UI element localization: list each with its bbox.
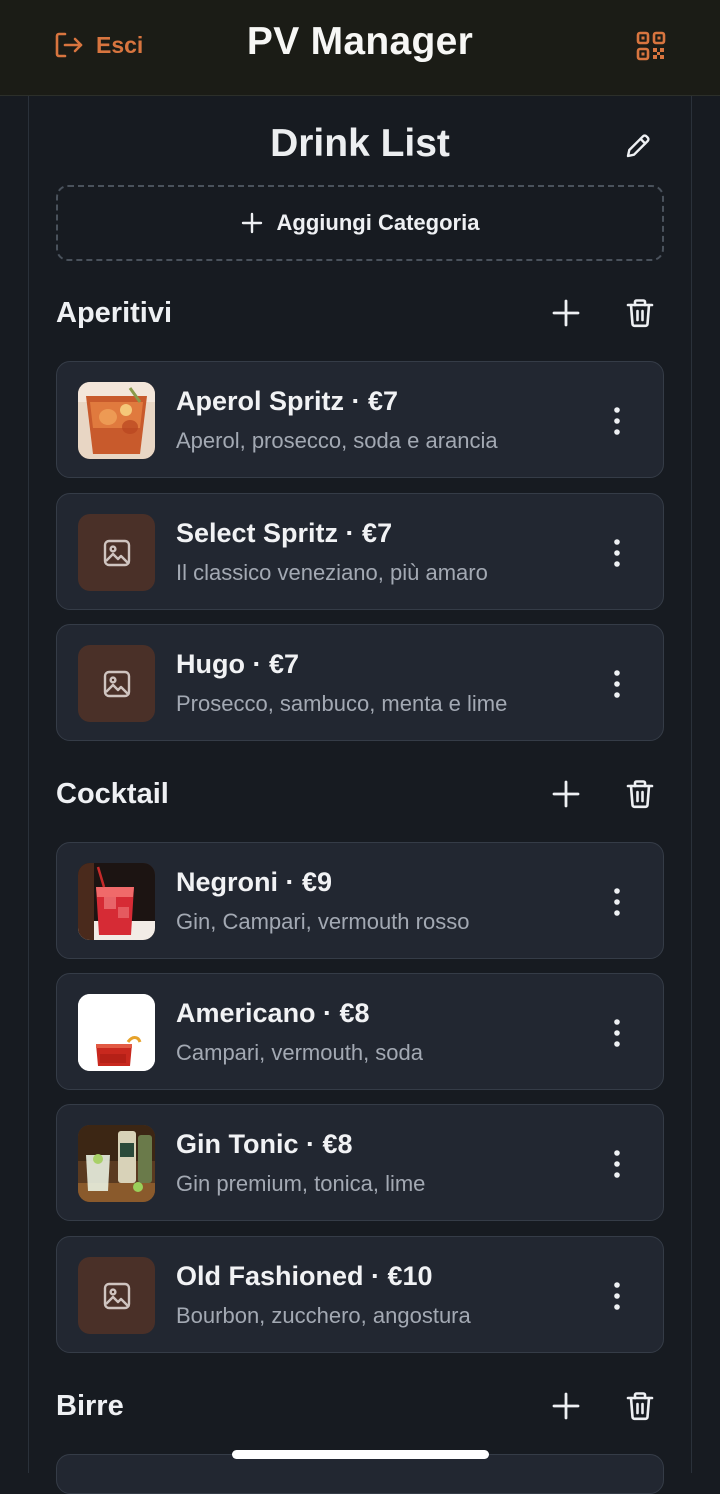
drink-description: Campari, vermouth, soda <box>176 1040 423 1065</box>
image-icon <box>102 1281 132 1311</box>
image-placeholder <box>78 514 155 591</box>
drink-description: Bourbon, zucchero, angostura <box>176 1303 471 1328</box>
drink-title: Americano · €8 <box>176 998 370 1028</box>
add-category-label: Aggiungi Categoria <box>276 210 480 235</box>
more-options-button[interactable] <box>607 538 627 568</box>
delete-category-button[interactable] <box>624 297 656 329</box>
image-icon <box>102 669 132 699</box>
more-options-button[interactable] <box>607 1149 627 1179</box>
more-options-button[interactable] <box>607 1018 627 1048</box>
image-placeholder <box>78 1257 155 1334</box>
drink-item[interactable]: Select Spritz · €7 Il classico veneziano… <box>56 493 664 610</box>
content-border-right <box>691 96 692 1473</box>
more-options-button[interactable] <box>607 406 627 436</box>
drink-title: Gin Tonic · €8 <box>176 1129 353 1159</box>
plus-icon <box>550 297 582 329</box>
more-options-button[interactable] <box>607 669 627 699</box>
trash-icon <box>624 297 656 329</box>
drink-item[interactable]: Old Fashioned · €10 Bourbon, zucchero, a… <box>56 1236 664 1353</box>
more-vertical-icon <box>607 669 627 699</box>
add-item-button[interactable] <box>550 778 582 810</box>
drink-item[interactable] <box>56 1454 664 1494</box>
pencil-icon <box>623 131 653 161</box>
add-category-button[interactable]: Aggiungi Categoria <box>56 185 664 261</box>
category-name: Birre <box>56 1390 124 1422</box>
more-options-button[interactable] <box>607 1281 627 1311</box>
more-vertical-icon <box>607 887 627 917</box>
home-indicator <box>232 1450 489 1459</box>
edit-button[interactable] <box>623 131 653 161</box>
qr-code-button[interactable] <box>636 31 666 61</box>
drink-description: Il classico veneziano, più amaro <box>176 560 488 585</box>
drink-description: Prosecco, sambuco, menta e lime <box>176 691 508 716</box>
more-options-button[interactable] <box>607 887 627 917</box>
drink-item[interactable]: Aperol Spritz · €7 Aperol, prosecco, sod… <box>56 361 664 478</box>
drink-item[interactable]: Americano · €8 Campari, vermouth, soda <box>56 973 664 1090</box>
category-header: Birre <box>56 1386 664 1426</box>
more-vertical-icon <box>607 1281 627 1311</box>
plus-icon <box>241 212 263 234</box>
app-title: PV Manager <box>246 20 474 63</box>
more-vertical-icon <box>607 1149 627 1179</box>
drink-description: Gin premium, tonica, lime <box>176 1171 426 1196</box>
more-vertical-icon <box>607 1018 627 1048</box>
category-header: Aperitivi <box>56 293 664 333</box>
content-border-left <box>28 96 29 1473</box>
app-header: Esci PV Manager <box>0 0 720 96</box>
add-item-button[interactable] <box>550 297 582 329</box>
trash-icon <box>624 778 656 810</box>
qr-code-icon <box>636 31 666 61</box>
drink-description: Aperol, prosecco, soda e arancia <box>176 428 498 453</box>
drink-title: Hugo · €7 <box>176 649 300 679</box>
delete-category-button[interactable] <box>624 778 656 810</box>
more-vertical-icon <box>607 406 627 436</box>
category-name: Cocktail <box>56 778 169 810</box>
add-item-button[interactable] <box>550 1390 582 1422</box>
drink-title: Negroni · €9 <box>176 867 333 897</box>
drink-title: Old Fashioned · €10 <box>176 1261 433 1291</box>
drink-photo <box>78 1125 155 1202</box>
category-name: Aperitivi <box>56 297 173 329</box>
trash-icon <box>624 1390 656 1422</box>
drink-photo <box>78 863 155 940</box>
drink-title: Aperol Spritz · €7 <box>176 386 399 416</box>
image-placeholder <box>78 645 155 722</box>
delete-category-button[interactable] <box>624 1390 656 1422</box>
drink-photo <box>78 382 155 459</box>
page-title: Drink List <box>270 122 450 165</box>
drink-title: Select Spritz · €7 <box>176 518 393 548</box>
image-icon <box>102 538 132 568</box>
more-vertical-icon <box>607 538 627 568</box>
category-header: Cocktail <box>56 774 664 814</box>
plus-icon <box>550 778 582 810</box>
drink-item[interactable]: Gin Tonic · €8 Gin premium, tonica, lime <box>56 1104 664 1221</box>
plus-icon <box>550 1390 582 1422</box>
drink-photo <box>78 994 155 1071</box>
drink-item[interactable]: Hugo · €7 Prosecco, sambuco, menta e lim… <box>56 624 664 741</box>
drink-item[interactable]: Negroni · €9 Gin, Campari, vermouth ross… <box>56 842 664 959</box>
drink-description: Gin, Campari, vermouth rosso <box>176 909 470 934</box>
